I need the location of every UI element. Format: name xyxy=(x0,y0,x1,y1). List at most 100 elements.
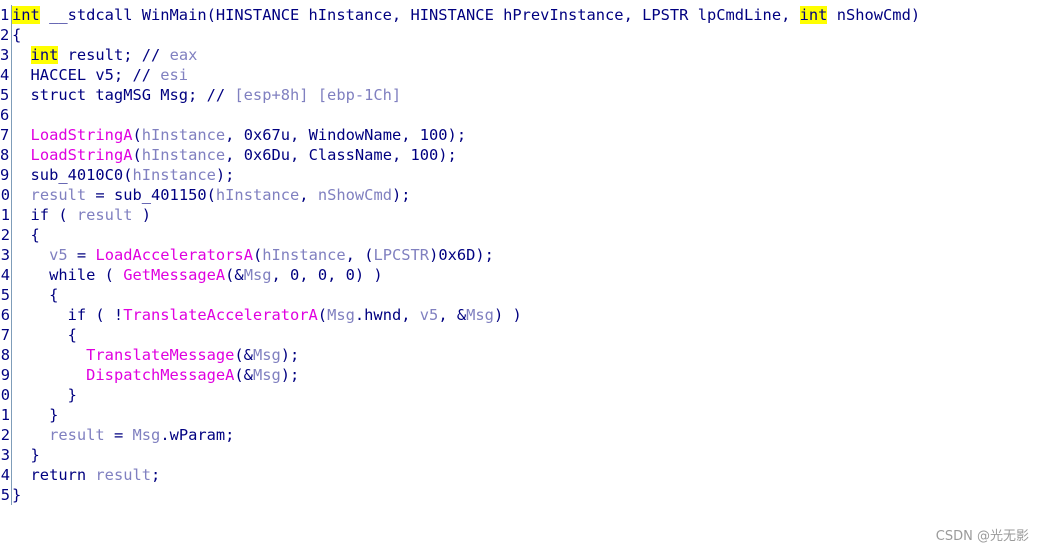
line-number: 20 xyxy=(0,386,10,404)
line-number: 24 xyxy=(0,466,10,484)
code-token: if ( ! xyxy=(12,306,124,324)
variable-token: hInstance xyxy=(262,246,346,264)
variable-token: Msg xyxy=(466,306,494,324)
variable-token: Msg xyxy=(132,426,161,444)
code-token: HACCEL v5; // xyxy=(12,66,161,84)
code-token: .wParam; xyxy=(160,426,235,444)
code-token: ); xyxy=(280,366,300,384)
code-token: ); xyxy=(215,166,235,184)
code-text[interactable]: while ( GetMessageA(&Msg, 0, 0, 0) ) xyxy=(12,265,383,285)
variable-token: nShowCmd xyxy=(317,186,392,204)
line-number: 1 xyxy=(0,6,10,24)
line-number: 6 xyxy=(0,106,10,124)
code-text[interactable]: { xyxy=(12,325,77,345)
code-text[interactable]: } xyxy=(12,485,21,505)
code-text[interactable]: struct tagMSG Msg; // [esp+8h] [ebp-1Ch] xyxy=(12,85,402,105)
code-token: { xyxy=(12,26,22,44)
code-text[interactable]: { xyxy=(12,285,58,305)
variable-token: hInstance xyxy=(141,126,226,144)
variable-token: result xyxy=(76,206,133,224)
code-token: if ( xyxy=(12,206,77,224)
code-token: , 0x67u, WindowName, 100); xyxy=(225,126,467,144)
function-call: LoadStringA xyxy=(30,126,133,144)
code-token: ( xyxy=(317,306,328,324)
line-number: 10 xyxy=(0,186,10,204)
highlighted-keyword: int xyxy=(12,6,40,24)
code-text[interactable]: return result; xyxy=(12,465,161,485)
line-number: 3 xyxy=(0,46,10,64)
code-text[interactable]: DispatchMessageA(&Msg); xyxy=(12,365,299,385)
line-number: 23 xyxy=(0,446,10,464)
function-call: TranslateMessage xyxy=(86,346,235,364)
code-token: } xyxy=(12,386,77,404)
code-token: = sub_401150( xyxy=(86,186,216,204)
code-text[interactable]: if ( result ) xyxy=(12,205,152,225)
line-number: 7 xyxy=(0,126,10,144)
code-token: { xyxy=(12,226,40,244)
code-text[interactable]: LoadStringA(hInstance, 0x6Du, ClassName,… xyxy=(12,145,457,165)
code-token: (& xyxy=(234,346,253,364)
code-text[interactable]: { xyxy=(12,225,40,245)
code-token: while ( xyxy=(12,266,124,284)
code-token: , 0x6Du, ClassName, 100); xyxy=(225,146,457,164)
code-text[interactable]: if ( !TranslateAcceleratorA(Msg.hwnd, v5… xyxy=(12,305,522,325)
code-token: , & xyxy=(438,306,467,324)
code-token: __stdcall WinMain(HINSTANCE hInstance, H… xyxy=(39,6,800,24)
code-token: sub_4010C0( xyxy=(12,166,133,184)
code-text[interactable]: int __stdcall WinMain(HINSTANCE hInstanc… xyxy=(12,5,920,25)
code-text[interactable]: result = sub_401150(hInstance, nShowCmd)… xyxy=(12,185,411,205)
code-text[interactable]: sub_4010C0(hInstance); xyxy=(12,165,235,185)
line-number: 25 xyxy=(0,486,10,504)
code-token: ( xyxy=(132,146,142,164)
code-token: struct tagMSG Msg; // xyxy=(12,86,235,104)
variable-token: result xyxy=(49,426,105,444)
code-token: } xyxy=(12,486,22,504)
code-token: .hwnd, xyxy=(354,306,420,324)
line-number: 4 xyxy=(0,66,10,84)
function-call: LoadStringA xyxy=(30,146,133,164)
code-text[interactable]: int result; // eax xyxy=(12,45,197,65)
code-text[interactable]: result = Msg.wParam; xyxy=(12,425,234,445)
code-token: ) ) xyxy=(493,306,522,324)
code-token: = xyxy=(104,426,133,444)
code-token: )0x6D); xyxy=(429,246,494,264)
code-token: } xyxy=(12,446,40,464)
highlighted-keyword: int xyxy=(30,46,59,64)
code-token: = xyxy=(67,246,96,264)
line-number: 2 xyxy=(0,26,10,44)
line-number: 9 xyxy=(0,166,10,184)
variable-token: result xyxy=(95,466,152,484)
code-text[interactable]: } xyxy=(12,405,58,425)
line-number: 15 xyxy=(0,286,10,304)
code-token: , ( xyxy=(345,246,374,264)
code-token: ( xyxy=(132,126,142,144)
code-token: esi xyxy=(160,66,189,84)
line-number: 18 xyxy=(0,346,10,364)
code-text[interactable]: } xyxy=(12,445,40,465)
code-text[interactable]: LoadStringA(hInstance, 0x67u, WindowName… xyxy=(12,125,467,145)
line-number: 5 xyxy=(0,86,10,104)
function-call: DispatchMessageA xyxy=(86,366,235,384)
code-token: ; xyxy=(151,466,161,484)
code-token: eax xyxy=(169,46,198,64)
function-call: LoadAcceleratorsA xyxy=(95,246,253,264)
variable-token: hInstance xyxy=(141,146,226,164)
code-token: (& xyxy=(225,266,244,284)
code-text[interactable]: HACCEL v5; // esi xyxy=(12,65,189,85)
variable-token: LPCSTR xyxy=(373,246,430,264)
code-text[interactable]: TranslateMessage(&Msg); xyxy=(12,345,299,365)
variable-token: v5 xyxy=(419,306,439,324)
line-number: 13 xyxy=(0,246,10,264)
code-token: { xyxy=(12,286,59,304)
code-text[interactable]: v5 = LoadAcceleratorsA(hInstance, (LPCST… xyxy=(12,245,494,265)
code-text[interactable]: } xyxy=(12,385,77,405)
code-text[interactable]: { xyxy=(12,25,21,45)
line-number: 21 xyxy=(0,406,10,424)
code-token: ) xyxy=(132,206,152,224)
code-token: return xyxy=(12,466,96,484)
